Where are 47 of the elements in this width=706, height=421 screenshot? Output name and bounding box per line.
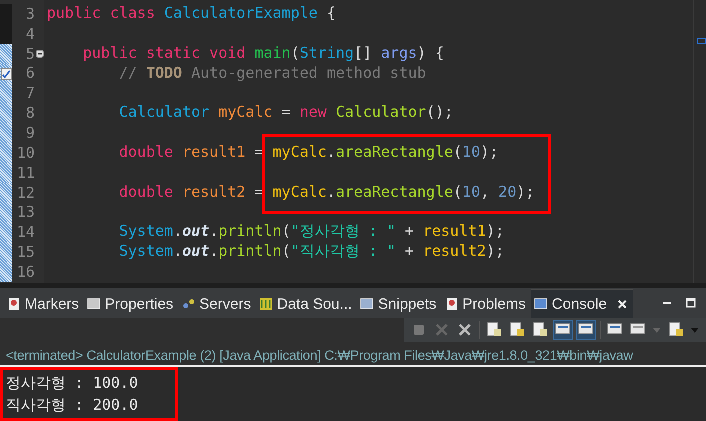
line-number: 4	[24, 24, 35, 43]
code-line: Calculator myCalc = new Calculator();	[118, 103, 454, 122]
maximize-icon[interactable]	[686, 298, 696, 308]
view-icon	[87, 297, 102, 311]
line-number: 7	[24, 84, 35, 102]
console-icon[interactable]	[577, 321, 595, 339]
line-number: 16	[16, 262, 35, 281]
console-output-line: 직사각형 : 200.0	[6, 395, 140, 416]
panel-tab[interactable]: Servers	[178, 290, 256, 318]
view-icon	[444, 297, 459, 311]
code-line: // TODO Auto-generated method stub	[118, 64, 426, 82]
console-header: <terminated> CalculatorExample (2) [Java Application] C:₩Program Files₩Java₩jre1.8.0_321₩bin₩javaw	[0, 342, 706, 367]
close-icon[interactable]	[617, 298, 628, 310]
view-icon	[360, 297, 374, 311]
view-icon	[182, 297, 196, 311]
line-number: 12	[16, 184, 35, 202]
task-icon[interactable]	[1, 68, 12, 80]
code-line: public static void main(String[] args) {	[82, 44, 444, 62]
collapse-icon[interactable]	[36, 50, 44, 58]
view-icon	[7, 297, 21, 311]
line-number: 3	[24, 4, 35, 23]
line-number: 8	[24, 104, 35, 122]
document-icon[interactable]	[485, 321, 503, 339]
code-line: System.out.println("정사각형 : " + result1);	[118, 222, 504, 240]
line-number: 5	[24, 44, 35, 63]
line-number: 11	[16, 164, 35, 182]
line-number: 13	[16, 203, 35, 222]
panel-tab[interactable]: Markers	[4, 290, 84, 318]
panel-tab[interactable]: Data Sou...	[256, 290, 358, 318]
panel-tab[interactable]: Console	[531, 289, 634, 318]
overview-ruler-mark	[697, 38, 706, 44]
document-icon[interactable]	[531, 321, 549, 339]
line-number: 15	[16, 243, 35, 262]
panel-tab[interactable]: Problems	[442, 290, 532, 318]
line-number: 14	[16, 223, 35, 242]
console-icon[interactable]	[554, 321, 572, 339]
line-number: 10	[16, 144, 35, 162]
line-number: 6	[24, 64, 35, 82]
panel-tab[interactable]: Snippets	[357, 290, 442, 318]
line-number: 9	[24, 124, 35, 142]
code-line: System.out.println("직사각형 : " + result2);	[118, 242, 504, 260]
view-icon	[259, 297, 274, 311]
console-output-line: 정사각형 : 100.0	[6, 373, 140, 394]
new-console-icon[interactable]	[667, 321, 685, 339]
code-line: public class CalculatorExample {	[47, 4, 336, 22]
panel-tab[interactable]: Properties	[84, 290, 179, 318]
view-icon	[534, 297, 548, 311]
